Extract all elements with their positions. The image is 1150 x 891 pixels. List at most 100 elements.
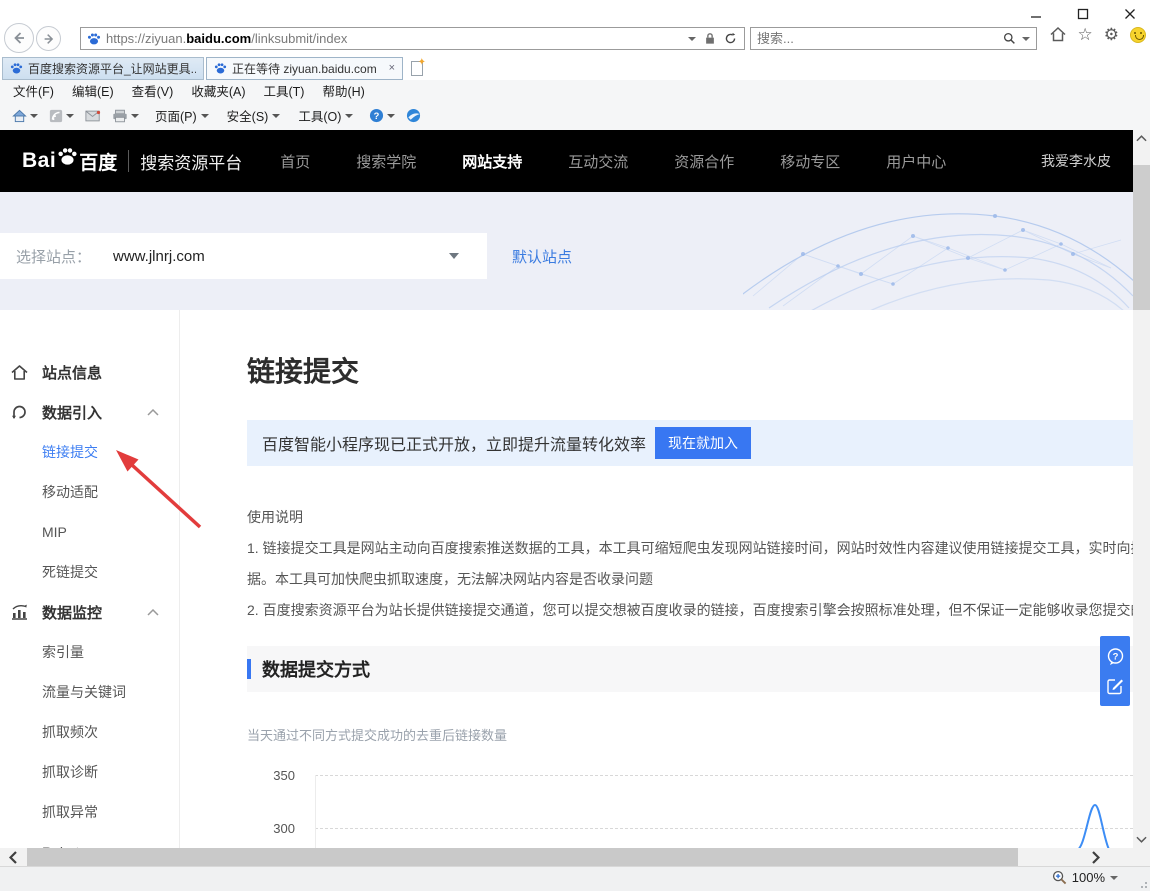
sidebar-subitem[interactable]: 死链提交 [0,552,179,592]
search-dropdown-caret-icon[interactable] [1022,37,1030,41]
tab-baidu-platform[interactable]: 百度搜索资源平台_让网站更具... [2,57,204,80]
dropdown-caret-icon [345,114,353,118]
tab-active-waiting[interactable]: 正在等待 ziyuan.baidu.com × [206,57,403,80]
username[interactable]: 我爱李水皮 [1041,151,1111,171]
default-site-link[interactable]: 默认站点 [512,246,572,267]
address-dropdown-caret-icon[interactable] [688,37,696,41]
read-mail-button[interactable] [81,108,105,124]
vertical-scroll-thumb[interactable] [1133,165,1150,310]
horizontal-scrollbar[interactable] [0,848,1133,866]
menu-item[interactable]: 收藏夹(A) [182,79,254,102]
network-globe-graphic [743,196,1133,310]
chevron-up-icon[interactable] [147,409,159,416]
dropdown-caret-icon [272,114,280,118]
sidebar-subitem[interactable]: Robots [0,832,179,848]
menu-item[interactable]: 工具(T) [254,79,313,102]
chart-line-spike [1063,762,1128,848]
site-nav-item[interactable]: 互动交流 [568,151,628,172]
search-input[interactable] [751,31,1003,46]
command-label-buttons: 页面(P)安全(S)工具(O) [146,104,362,127]
feedback-smiley-icon[interactable] [1130,27,1146,43]
command-button[interactable]: 工具(O) [289,104,362,127]
sidebar-item-data-import[interactable]: 数据引入 [0,392,179,432]
plot-left-edge [315,775,316,848]
main-content: 链接提交 百度智能小程序现已正式开放，立即提升流量转化效率 现在就加入 使用说明… [180,310,1133,848]
sidebar-subitem[interactable]: 索引量 [0,632,179,672]
tab-close-icon[interactable]: × [389,63,395,74]
command-bar: 页面(P)安全(S)工具(O) ? [0,101,1150,130]
feeds-button[interactable] [45,107,78,125]
promo-text: 百度智能小程序现已正式开放，立即提升流量转化效率 [262,431,646,455]
site-nav-item[interactable]: 移动专区 [780,151,840,172]
scroll-up-arrow[interactable] [1133,130,1150,147]
sidebar-subitem[interactable]: 抓取异常 [0,792,179,832]
maximize-button[interactable] [1073,5,1093,23]
print-button[interactable] [108,107,143,125]
site-nav-item[interactable]: 首页 [280,151,310,172]
chevron-up-icon[interactable] [147,609,159,616]
search-box [750,27,1037,50]
menu-item[interactable]: 帮助(H) [313,79,373,102]
chart-subtitle: 当天通过不同方式提交成功的去重后链接数量 [247,725,1133,744]
site-nav: 首页 搜索学院 网站支持 互动交流 资源合作 移动专区 用户中心 [280,151,946,172]
site-nav-item[interactable]: 搜索学院 [356,151,416,172]
new-tab-spark-icon: ✦ [418,58,426,68]
promo-banner: 百度智能小程序现已正式开放，立即提升流量转化效率 现在就加入 [247,420,1133,466]
browser-window: https://ziyuan.baidu.com/linksubmit/inde… [0,0,1150,891]
horizontal-scroll-thumb[interactable] [27,848,1018,866]
scroll-right-arrow[interactable] [1083,848,1109,866]
site-nav-item[interactable]: 资源合作 [674,151,734,172]
menu-item[interactable]: 编辑(E) [63,79,123,102]
logo-text: 百度 [79,148,117,175]
section-title: 数据提交方式 [262,656,370,682]
forward-button[interactable] [36,26,61,51]
favorites-star-icon[interactable]: ☆ [1078,26,1093,43]
addon-swirl-button[interactable] [402,106,425,125]
baidu-paw-icon [57,146,78,167]
lock-icon [704,32,716,45]
usage-line: 1. 链接提交工具是网站主动向百度搜索推送数据的工具，本工具可缩短爬虫发现网站链… [247,533,1133,564]
help-question-icon[interactable]: ? [1106,647,1125,666]
zoom-control[interactable]: 100% [1052,870,1118,885]
menu-item[interactable]: 查看(V) [123,79,183,102]
sidebar-subitem[interactable]: 流量与关键词 [0,672,179,712]
sidebar-subitem[interactable]: 抓取频次 [0,712,179,752]
sidebar-item-site-info[interactable]: 站点信息 [0,352,179,392]
join-now-button[interactable]: 现在就加入 [655,427,751,459]
settings-gear-icon[interactable]: ⚙ [1104,26,1119,43]
page-viewport: Bai 百度 搜索资源平台 首页 搜索学院 网站支持 互动交流 资源合作 移动专区 用户中心… [0,130,1133,848]
menu-item[interactable]: 文件(F) [4,79,63,102]
site-nav-item[interactable]: 用户中心 [886,151,946,172]
site-select-band: 选择站点： www.jlnrj.com 默认站点 [0,192,1133,310]
sidebar-item-label: 站点信息 [42,362,102,383]
zoom-caret-icon [1110,876,1118,880]
section-accent-bar [247,659,251,679]
feedback-edit-icon[interactable] [1106,677,1124,695]
new-tab-button[interactable]: ✦ [405,57,428,80]
close-button[interactable] [1120,5,1140,23]
dropdown-caret-icon [66,114,74,118]
sidebar-item-data-monitor[interactable]: 数据监控 [0,592,179,632]
address-bar[interactable]: https://ziyuan.baidu.com/linksubmit/inde… [80,27,745,50]
y-axis-tick: 350 [247,768,295,783]
platform-name: 搜索资源平台 [140,149,242,174]
home-icon[interactable] [1049,26,1067,43]
url-scheme: https://ziyuan. [106,31,186,46]
sidebar-subitem[interactable]: 抓取诊断 [0,752,179,792]
command-button[interactable]: 页面(P) [146,104,218,127]
resize-grip[interactable] [1137,878,1147,888]
refresh-icon[interactable] [724,32,737,45]
floating-help-widget: ? [1100,636,1130,706]
command-button[interactable]: 安全(S) [218,104,290,127]
help-button[interactable]: ? [365,106,399,125]
scroll-left-arrow[interactable] [0,848,26,866]
site-selector-dropdown[interactable]: 选择站点： www.jlnrj.com [0,233,487,279]
home-page-button[interactable] [8,107,42,125]
vertical-scrollbar[interactable] [1133,130,1150,848]
site-nav-item[interactable]: 网站支持 [462,151,522,172]
search-magnifier-icon[interactable] [1003,32,1016,45]
baidu-logo[interactable]: Bai 百度 [22,148,117,175]
scroll-down-arrow[interactable] [1133,831,1150,848]
back-button[interactable] [4,23,34,53]
minimize-button[interactable] [1026,5,1046,23]
